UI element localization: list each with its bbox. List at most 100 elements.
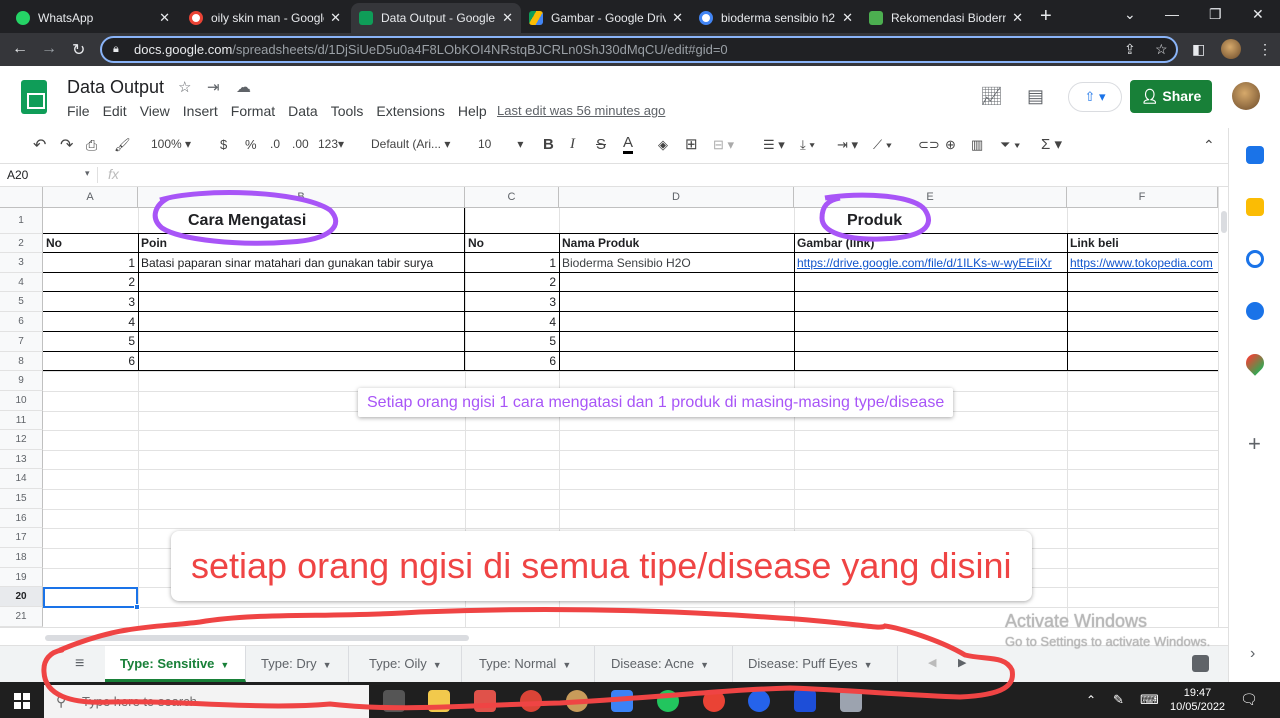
maps-icon[interactable] (1242, 350, 1268, 376)
expand-panel-icon[interactable]: › (1250, 645, 1255, 663)
fill-handle[interactable] (134, 604, 140, 610)
document-title[interactable]: Data Output (67, 77, 164, 98)
vertical-align-icon[interactable]: ⤓ ▾ (800, 137, 815, 153)
vertical-scrollbar[interactable] (1218, 187, 1228, 627)
close-tab-icon[interactable]: ✕ (159, 10, 170, 26)
increase-decimal-button[interactable]: .00 (292, 137, 309, 151)
sheet-tab-sensitive[interactable]: Type: Sensitive ▼ (105, 646, 246, 682)
active-cell-selection[interactable] (43, 587, 138, 608)
cell-no[interactable]: 1 (465, 254, 559, 273)
horizontal-align-icon[interactable]: ☰ ▾ (763, 137, 785, 153)
scroll-left-icon[interactable]: ◀ (928, 656, 936, 669)
text-wrapping-icon[interactable]: ⇥ ▾ (837, 137, 858, 153)
back-icon[interactable]: ← (12, 40, 28, 58)
app-icon[interactable] (840, 690, 862, 712)
menu-insert[interactable]: Insert (183, 103, 218, 119)
filter-icon[interactable]: ⏷ ▾ (1000, 137, 1020, 153)
browser-tab-google-search[interactable]: oily skin man - Google ✕ (181, 3, 349, 33)
cell-no[interactable]: 4 (43, 313, 138, 332)
cell-no[interactable]: 1 (43, 254, 138, 273)
menu-data[interactable]: Data (288, 103, 318, 119)
column-header-b[interactable]: B (138, 187, 465, 208)
close-tab-icon[interactable]: ✕ (672, 10, 683, 26)
menu-tools[interactable]: Tools (331, 103, 364, 119)
file-explorer-icon[interactable] (428, 690, 450, 712)
activity-trend-icon[interactable]: 📈︎ (980, 86, 1003, 107)
decrease-decimal-button[interactable]: .0 (270, 137, 280, 151)
cell-nama-produk[interactable]: Bioderma Sensibio H2O (562, 254, 792, 273)
cell-no[interactable]: 4 (465, 313, 559, 332)
row-header[interactable]: 9 (0, 371, 43, 391)
row-header[interactable]: 17 (0, 528, 43, 548)
row-header[interactable]: 18 (0, 548, 43, 568)
row-header-selected[interactable]: 20 (0, 587, 43, 607)
row-header[interactable]: 15 (0, 489, 43, 509)
present-button[interactable]: ⇧ ▾ (1068, 82, 1122, 112)
cloud-status-icon[interactable]: ☁ (236, 78, 251, 96)
row-header[interactable]: 8 (0, 352, 43, 371)
row-header[interactable]: 10 (0, 391, 43, 411)
bold-button[interactable]: B (543, 136, 554, 153)
zoom-select[interactable]: 100% ▾ (151, 137, 191, 151)
close-tab-icon[interactable]: ✕ (330, 10, 341, 26)
office-icon[interactable] (474, 690, 496, 712)
row-header[interactable]: 7 (0, 332, 43, 352)
new-tab-icon[interactable]: + (1040, 5, 1052, 28)
more-formats-select[interactable]: 123▾ (318, 137, 344, 151)
vertical-scroll-thumb[interactable] (1221, 211, 1227, 233)
row-header[interactable]: 3 (0, 253, 43, 273)
column-header-f[interactable]: F (1067, 187, 1218, 208)
cell-no[interactable]: 2 (43, 273, 138, 292)
header-link-beli[interactable]: Link beli (1070, 234, 1119, 253)
row-header[interactable]: 16 (0, 509, 43, 528)
menu-edit[interactable]: Edit (103, 103, 127, 119)
collapse-toolbar-icon[interactable]: ⌃ (1203, 137, 1215, 154)
last-edit-link[interactable]: Last edit was 56 minutes ago (497, 103, 665, 118)
cell-no[interactable]: 5 (43, 332, 138, 351)
menu-extensions[interactable]: Extensions (376, 103, 444, 119)
photos-icon[interactable] (794, 690, 816, 712)
insert-comment-icon[interactable]: ⊕ (945, 137, 956, 153)
sheets-logo-icon[interactable] (21, 80, 47, 114)
row-header[interactable]: 6 (0, 312, 43, 332)
menu-view[interactable]: View (140, 103, 170, 119)
row-header[interactable]: 2 (0, 234, 43, 253)
profile-app-icon[interactable] (566, 690, 588, 712)
menu-format[interactable]: Format (231, 103, 275, 119)
column-header-e[interactable]: E (794, 187, 1067, 208)
chrome-icon[interactable] (520, 690, 542, 712)
select-all-corner[interactable] (0, 187, 43, 208)
name-box[interactable]: A20 (7, 168, 28, 182)
merge-cells-icon[interactable]: ⊟ ▾ (713, 137, 734, 153)
notification-icon[interactable]: 🗨︎ (1240, 691, 1258, 708)
borders-icon[interactable]: ⊞ (685, 135, 698, 153)
account-avatar[interactable] (1232, 82, 1260, 110)
browser-tab-whatsapp[interactable]: WhatsApp ✕ (8, 3, 178, 33)
keyboard-icon[interactable]: ⌨ (1140, 692, 1159, 708)
cell-no[interactable]: 3 (465, 293, 559, 312)
cell-no[interactable]: 6 (465, 352, 559, 371)
browser-tab-drive[interactable]: Gambar - Google Driv ✕ (521, 3, 691, 33)
formula-input[interactable] (138, 164, 1228, 186)
share-page-icon[interactable]: ⇪ (1124, 41, 1136, 58)
text-rotation-icon[interactable]: ⟋ ▾ (873, 137, 892, 153)
keep-icon[interactable] (1246, 198, 1264, 216)
section-title-cara-mengatasi[interactable]: Cara Mengatasi (188, 210, 306, 232)
font-select[interactable]: Default (Ari... ▾ (371, 137, 450, 151)
header-gambar[interactable]: Gambar (link) (797, 234, 874, 253)
header-no-1[interactable]: No (46, 234, 62, 253)
cell-no[interactable]: 6 (43, 352, 138, 371)
tray-chevron-icon[interactable]: ⌃ (1086, 693, 1096, 707)
pen-icon[interactable]: ✎ (1113, 692, 1124, 708)
profile-avatar[interactable] (1221, 39, 1241, 59)
sheet-tab-normal[interactable]: Type: Normal ▼ (464, 646, 595, 682)
text-color-button[interactable]: A (623, 134, 634, 154)
close-tab-icon[interactable]: ✕ (842, 10, 853, 26)
add-on-plus-icon[interactable]: + (1248, 431, 1261, 457)
undo-icon[interactable]: ↶ (33, 135, 46, 155)
comments-icon[interactable]: ▤ (1027, 86, 1044, 107)
close-window-icon[interactable]: ✕ (1252, 6, 1264, 23)
font-size-select[interactable]: 10 ▾ (478, 137, 523, 151)
task-view-icon[interactable] (383, 690, 405, 712)
browser-tab-rekomendasi[interactable]: Rekomendasi Bioderm ✕ (861, 3, 1031, 33)
